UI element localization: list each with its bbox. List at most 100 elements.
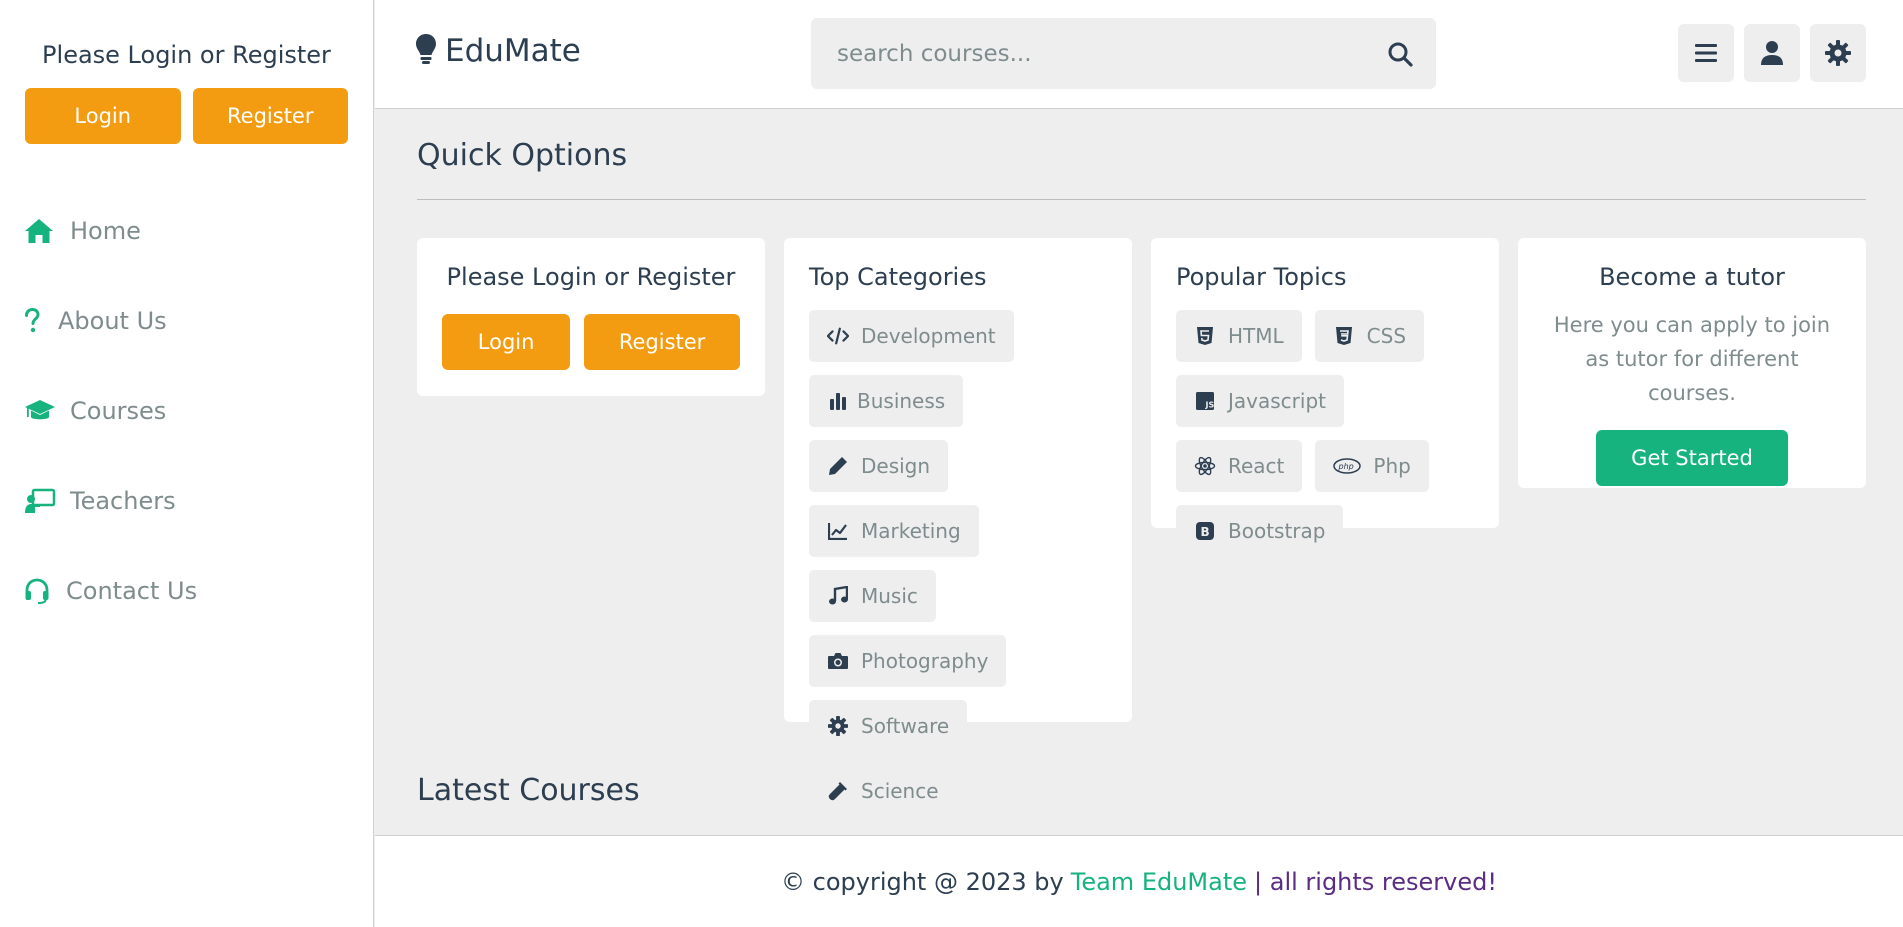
tag-label: Software	[861, 714, 950, 738]
chart-line-icon	[827, 520, 849, 542]
login-card-title: Please Login or Register	[446, 263, 736, 291]
sidebar-auth-buttons: Login Register	[0, 88, 373, 144]
section-divider	[417, 199, 1866, 200]
svg-text:php: php	[1338, 462, 1354, 471]
tag-label: Design	[861, 454, 931, 478]
sidebar-item-label: About Us	[58, 307, 167, 335]
topic-tag-css[interactable]: CSS	[1314, 310, 1425, 362]
camera-icon	[827, 650, 849, 672]
vial-icon	[827, 780, 849, 802]
svg-text:B: B	[1201, 525, 1210, 539]
category-tag-design[interactable]: Design	[809, 440, 949, 492]
login-card: Please Login or Register Login Register	[417, 238, 765, 396]
tag-label: CSS	[1366, 324, 1407, 348]
search-button[interactable]	[1364, 18, 1436, 89]
header: EduMate	[375, 0, 1903, 109]
search-input[interactable]	[811, 18, 1364, 89]
footer-copyright: © copyright @ 2023 by	[781, 867, 1064, 896]
tag-label: Javascript	[1228, 389, 1326, 413]
sidebar-nav: Home About Us Courses Teachers Contact U…	[0, 186, 373, 636]
tag-label: HTML	[1228, 324, 1284, 348]
php-icon: php	[1333, 455, 1362, 477]
login-button[interactable]: Login	[442, 314, 571, 370]
svg-text:JS: JS	[1205, 401, 1215, 410]
question-icon	[24, 306, 44, 336]
become-tutor-title: Become a tutor	[1599, 263, 1785, 291]
cog-icon	[827, 715, 849, 737]
popular-topics-title: Popular Topics	[1176, 263, 1347, 291]
sidebar-item-home[interactable]: Home	[0, 186, 373, 276]
topic-tag-react[interactable]: React	[1176, 440, 1303, 492]
category-tag-marketing[interactable]: Marketing	[809, 505, 979, 557]
category-tag-list: Development Business Design Marketing Mu…	[809, 310, 1107, 817]
tag-label: React	[1228, 454, 1285, 478]
search-icon	[1388, 42, 1413, 67]
latest-courses-heading: Latest Courses	[417, 773, 640, 808]
sidebar-item-teachers[interactable]: Teachers	[0, 456, 373, 546]
main-content: Quick Options Please Login or Register L…	[375, 110, 1903, 835]
tag-label: Music	[861, 584, 918, 608]
tag-label: Photography	[861, 649, 989, 673]
category-tag-music[interactable]: Music	[809, 570, 936, 622]
html5-icon	[1194, 325, 1216, 347]
user-button[interactable]	[1744, 24, 1800, 82]
footer-team-link[interactable]: Team EduMate	[1071, 868, 1247, 896]
topic-tag-list: HTML CSS JS Javascript React php Php B B…	[1176, 310, 1474, 557]
menu-button[interactable]	[1678, 24, 1734, 82]
logo[interactable]: EduMate	[415, 33, 581, 69]
css3-icon	[1333, 325, 1355, 347]
topic-tag-php[interactable]: php Php	[1315, 440, 1429, 492]
tag-label: Marketing	[861, 519, 961, 543]
lightbulb-icon	[415, 33, 437, 69]
get-started-button[interactable]: Get Started	[1596, 430, 1788, 486]
sidebar-login-title: Please Login or Register	[42, 41, 331, 69]
become-tutor-card: Become a tutor Here you can apply to joi…	[1518, 238, 1866, 488]
tag-label: Bootstrap	[1228, 519, 1326, 543]
sidebar: Please Login or Register Login Register …	[0, 0, 374, 927]
header-icon-group	[1678, 24, 1866, 82]
music-icon	[827, 585, 849, 607]
footer-rights: | all rights reserved!	[1254, 867, 1497, 896]
top-categories-card: Top Categories Development Business Desi…	[784, 238, 1132, 817]
home-icon	[24, 216, 56, 246]
login-card-buttons: Login Register	[442, 314, 740, 370]
gear-icon	[1825, 40, 1851, 66]
sidebar-item-about[interactable]: About Us	[0, 276, 373, 366]
category-tag-software[interactable]: Software	[809, 700, 968, 752]
menu-icon	[1695, 44, 1717, 62]
sidebar-item-label: Courses	[70, 397, 167, 425]
theme-toggle-button[interactable]	[1810, 24, 1866, 82]
topic-tag-html[interactable]: HTML	[1176, 310, 1302, 362]
topic-tag-javascript[interactable]: JS Javascript	[1176, 375, 1344, 427]
graduation-cap-icon	[24, 396, 56, 426]
code-icon	[827, 325, 849, 347]
category-tag-development[interactable]: Development	[809, 310, 1014, 362]
footer: © copyright @ 2023 by Team EduMate | all…	[375, 835, 1903, 927]
sidebar-item-courses[interactable]: Courses	[0, 366, 373, 456]
search-bar	[811, 18, 1436, 89]
react-icon	[1194, 455, 1216, 477]
user-icon	[1761, 41, 1783, 65]
headset-icon	[24, 576, 52, 606]
sidebar-register-button[interactable]: Register	[192, 88, 348, 144]
tag-label: Php	[1373, 454, 1411, 478]
sidebar-item-label: Home	[70, 217, 141, 245]
chalkboard-teacher-icon	[24, 486, 56, 516]
sidebar-login-button[interactable]: Login	[25, 88, 181, 144]
js-icon: JS	[1194, 390, 1216, 412]
quick-options-heading: Quick Options	[417, 138, 628, 173]
topic-tag-bootstrap[interactable]: B Bootstrap	[1176, 505, 1344, 557]
sidebar-item-contact[interactable]: Contact Us	[0, 546, 373, 636]
become-tutor-text: Here you can apply to join as tutor for …	[1553, 313, 1831, 405]
chart-bar-icon	[827, 390, 849, 412]
register-button[interactable]: Register	[584, 314, 740, 370]
popular-topics-card: Popular Topics HTML CSS JS Javascript Re…	[1151, 238, 1499, 557]
category-tag-photography[interactable]: Photography	[809, 635, 1007, 687]
category-tag-science[interactable]: Science	[809, 765, 957, 817]
sidebar-item-label: Contact Us	[66, 577, 198, 605]
sidebar-item-label: Teachers	[70, 487, 176, 515]
tag-label: Development	[861, 324, 996, 348]
category-tag-business[interactable]: Business	[809, 375, 964, 427]
tag-label: Science	[861, 779, 939, 803]
pen-icon	[827, 455, 849, 477]
